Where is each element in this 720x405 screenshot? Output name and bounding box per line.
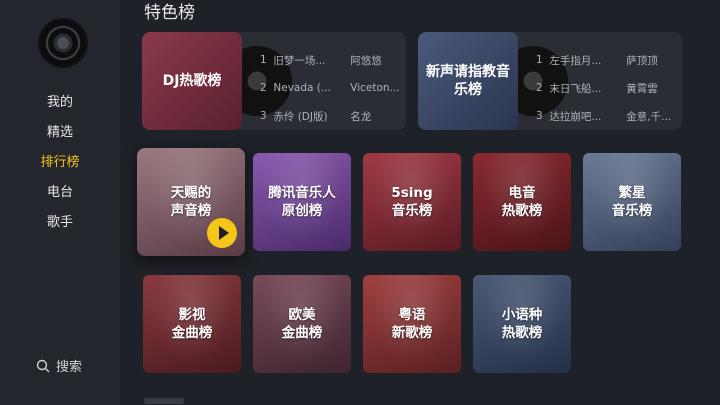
avatar[interactable] bbox=[40, 20, 86, 66]
chart-cover: DJ热歌榜 bbox=[142, 32, 242, 130]
tile-label-line2: 音乐榜 bbox=[391, 203, 433, 219]
tile-label-line2: 金曲榜 bbox=[171, 325, 213, 341]
tile-label-line2: 新歌榜 bbox=[391, 325, 433, 341]
artist-name: Viceton... bbox=[350, 82, 400, 94]
list-item: 1 左手指月... 萨顶顶 bbox=[536, 46, 676, 74]
rank-number: 2 bbox=[536, 82, 543, 94]
chart-tile-5sing[interactable]: 5sing 音乐榜 bbox=[363, 153, 461, 251]
list-item: 3 达拉崩吧... 金意,千... bbox=[536, 102, 676, 130]
chart-tile-tme-original[interactable]: 腾讯音乐人 原创榜 bbox=[253, 153, 351, 251]
tile-label-line1: 影视 bbox=[178, 307, 206, 323]
artist-name: 阿悠悠 bbox=[350, 54, 382, 67]
main-content: 特色榜 DJ热歌榜 1 旧梦一场... 阿悠悠 2 Nevada (... Vi… bbox=[120, 0, 720, 405]
play-icon[interactable] bbox=[207, 218, 237, 248]
tile-label-line1: 繁星 bbox=[618, 185, 646, 201]
sidebar-nav: 我的 精选 排行榜 电台 歌手 bbox=[0, 88, 120, 238]
song-title: 左手指月... bbox=[549, 54, 602, 67]
list-item: 3 赤伶 (DJ版) 名龙 bbox=[260, 102, 400, 130]
tile-label-line1: 5sing bbox=[391, 185, 433, 201]
chart-tile-western[interactable]: 欧美 金曲榜 bbox=[253, 275, 351, 373]
rank-number: 2 bbox=[260, 82, 267, 94]
artist-name: 名龙 bbox=[350, 110, 372, 123]
tile-label-line1: 粤语 bbox=[398, 307, 426, 323]
song-title: Nevada (... bbox=[273, 82, 331, 94]
tile-label-line1: 腾讯音乐人 bbox=[268, 185, 336, 201]
tile-label: 粤语 新歌榜 bbox=[392, 306, 433, 342]
chart-title: 新声请指教音乐榜 bbox=[426, 64, 510, 98]
list-item: 2 Nevada (... Viceton... bbox=[260, 74, 400, 102]
tile-label-line2: 热歌榜 bbox=[501, 203, 543, 219]
chart-tile-fanxing[interactable]: 繁星 音乐榜 bbox=[583, 153, 681, 251]
section-title: 特色榜 bbox=[144, 3, 195, 23]
chart-tile-minor-language[interactable]: 小语种 热歌榜 bbox=[473, 275, 571, 373]
rank-number: 1 bbox=[260, 54, 267, 66]
list-item: 2 末日飞船... 黄霄雲 bbox=[536, 74, 676, 102]
rank-number: 3 bbox=[536, 110, 543, 122]
chart-card-new-voice[interactable]: 新声请指教音乐榜 1 左手指月... 萨顶顶 2 末日飞船... 黄霄雲 3 达… bbox=[418, 32, 682, 130]
artist-name: 金意,千... bbox=[626, 110, 672, 123]
chart-cover: 新声请指教音乐榜 bbox=[418, 32, 518, 130]
rank-number: 1 bbox=[536, 54, 543, 66]
tile-label-line1: 电音 bbox=[508, 185, 536, 201]
chart-tile-electronic[interactable]: 电音 热歌榜 bbox=[473, 153, 571, 251]
rank-list: 1 左手指月... 萨顶顶 2 末日飞船... 黄霄雲 3 达拉崩吧... 金意… bbox=[536, 46, 676, 130]
sidebar-item-singers[interactable]: 歌手 bbox=[0, 208, 120, 238]
tile-label-line2: 原创榜 bbox=[281, 203, 323, 219]
rank-list: 1 旧梦一场... 阿悠悠 2 Nevada (... Viceton... 3… bbox=[260, 46, 400, 130]
artist-name: 萨顶顶 bbox=[626, 54, 658, 67]
search-button[interactable]: 搜索 bbox=[36, 356, 82, 375]
tile-label: 腾讯音乐人 原创榜 bbox=[268, 184, 336, 220]
tile-label-line2: 热歌榜 bbox=[501, 325, 543, 341]
list-item: 1 旧梦一场... 阿悠悠 bbox=[260, 46, 400, 74]
sidebar-item-mine[interactable]: 我的 bbox=[0, 88, 120, 118]
tile-label: 5sing 音乐榜 bbox=[391, 184, 432, 220]
song-title: 达拉崩吧... bbox=[549, 110, 602, 123]
tile-label-line2: 金曲榜 bbox=[281, 325, 323, 341]
tile-label: 小语种 热歌榜 bbox=[502, 306, 543, 342]
chart-card-dj[interactable]: DJ热歌榜 1 旧梦一场... 阿悠悠 2 Nevada (... Viceto… bbox=[142, 32, 406, 130]
tile-label: 繁星 音乐榜 bbox=[612, 184, 653, 220]
tile-label: 影视 金曲榜 bbox=[172, 306, 213, 342]
song-title: 旧梦一场... bbox=[273, 54, 326, 67]
sidebar-item-featured[interactable]: 精选 bbox=[0, 118, 120, 148]
song-title: 末日飞船... bbox=[549, 82, 602, 95]
chart-tile-tianci[interactable]: 天赐的 声音榜 bbox=[137, 148, 245, 256]
sidebar-item-charts[interactable]: 排行榜 bbox=[0, 148, 120, 178]
search-label: 搜索 bbox=[56, 360, 83, 375]
tile-label-line1: 天赐的 bbox=[170, 185, 212, 201]
song-title: 赤伶 (DJ版) bbox=[273, 110, 328, 123]
tile-label-line2: 声音榜 bbox=[170, 203, 212, 219]
tile-label-line1: 小语种 bbox=[501, 307, 543, 323]
tile-label: 电音 热歌榜 bbox=[502, 184, 543, 220]
next-section-title bbox=[144, 398, 184, 404]
tile-label-line2: 音乐榜 bbox=[611, 203, 653, 219]
tile-label: 天赐的 声音榜 bbox=[171, 184, 212, 220]
tile-label-line1: 欧美 bbox=[288, 307, 316, 323]
sidebar-item-radio[interactable]: 电台 bbox=[0, 178, 120, 208]
search-icon bbox=[36, 359, 50, 372]
sidebar: 我的 精选 排行榜 电台 歌手 搜索 bbox=[0, 0, 120, 405]
artist-name: 黄霄雲 bbox=[626, 82, 658, 95]
chart-tile-film[interactable]: 影视 金曲榜 bbox=[143, 275, 241, 373]
chart-title: DJ热歌榜 bbox=[162, 73, 222, 89]
chart-tile-cantonese[interactable]: 粤语 新歌榜 bbox=[363, 275, 461, 373]
tile-label: 欧美 金曲榜 bbox=[282, 306, 323, 342]
rank-number: 3 bbox=[260, 110, 267, 122]
